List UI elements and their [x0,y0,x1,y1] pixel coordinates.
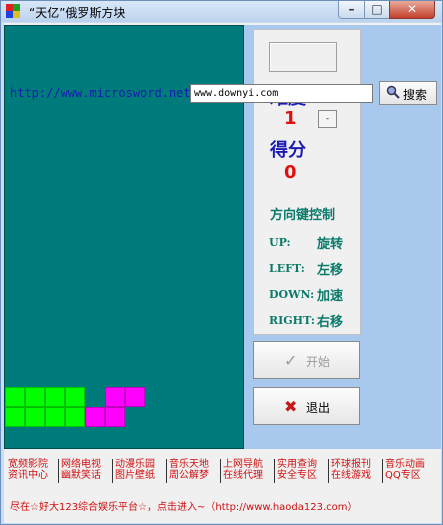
app-window: “天亿”俄罗斯方块 – □ ✕ 难度 + 1 - [0,0,443,525]
title-bar[interactable]: “天亿”俄罗斯方块 – □ ✕ [1,1,442,22]
divider [58,459,59,483]
link-item[interactable]: 动漫乐园 图片壁纸 [115,459,167,481]
divider [274,459,275,483]
control-action: 右移 [317,315,344,330]
block-cell [5,387,25,407]
link-item[interactable]: 音乐天地 周公解梦 [169,459,221,481]
difficulty-value: 1 [284,108,297,129]
search-icon [386,85,400,99]
close-button[interactable]: ✕ [389,1,435,19]
score-value: 0 [284,162,297,183]
app-icon [6,4,21,19]
search-button-label: 搜索 [403,88,428,102]
links-area: 宽频影院 资讯中心 网络电视 幽默笑话 动漫乐园 图片壁纸 音乐天地 周公解梦 上网导航… [4,455,441,523]
difficulty-decrease-button[interactable]: - [318,110,337,128]
control-action: 加速 [317,289,344,304]
promo-link[interactable]: 尽在☆好大123综合娱乐平台☆，点击进入~（http://www.haoda12… [10,498,358,513]
close-icon: ✕ [406,2,418,16]
control-action: 旋转 [317,237,344,252]
link-item[interactable]: 音乐动画 QQ专区 [385,459,437,481]
link-item[interactable]: 网络电视 幽默笑话 [61,459,113,481]
block-cell [5,407,25,427]
search-input[interactable]: www.downyi.com [190,84,373,103]
start-button-label: 开始 [306,355,331,369]
divider [220,459,221,483]
exit-button[interactable]: ✖ 退出 [253,387,360,425]
link-item[interactable]: 宽频影院 资讯中心 [8,459,60,481]
block-cell [25,387,45,407]
divider [382,459,383,483]
block-cell [65,407,85,427]
minimize-button[interactable]: – [338,1,365,19]
block-cell [45,387,65,407]
control-action: 左移 [317,263,344,278]
site-link[interactable]: http://www.microsword.net [10,86,191,100]
control-key: DOWN: [269,288,315,301]
link-item[interactable]: 环球报刊 在线游戏 [331,459,383,481]
link-grid: 宽频影院 资讯中心 网络电视 幽默笑话 动漫乐园 图片壁纸 音乐天地 周公解梦 上网导航… [8,459,438,485]
maximize-icon: □ [371,2,383,16]
control-key: LEFT: [269,262,305,275]
score-label: 得分 [270,140,306,161]
minimize-icon: – [348,2,355,16]
window-title: “天亿”俄罗斯方块 [29,6,126,20]
block-cell [85,407,105,427]
divider [112,459,113,483]
block-cell [65,387,85,407]
maximize-button[interactable]: □ [364,1,390,19]
controls-title: 方向键控制 [270,208,336,223]
next-piece-preview [269,42,337,72]
divider [328,459,329,483]
link-item[interactable]: 上网导航 在线代理 [223,459,275,481]
exit-button-label: 退出 [306,401,331,415]
divider [166,459,167,483]
client-area: 难度 + 1 - 得分 0 方向键控制 UP: 旋转 LEFT: 左移 DOWN… [4,23,441,523]
info-panel: 难度 + 1 - 得分 0 方向键控制 UP: 旋转 LEFT: 左移 DOWN… [253,29,361,335]
block-cell [25,407,45,427]
check-icon: ✓ [284,351,298,370]
block-cell [105,387,125,407]
search-button[interactable]: 搜索 [379,81,437,105]
control-key: RIGHT: [269,314,315,327]
block-cell [125,387,145,407]
close-x-icon: ✖ [284,397,298,416]
block-cell [45,407,65,427]
block-cell [105,407,125,427]
control-key: UP: [269,236,291,249]
link-item[interactable]: 实用查询 安全专区 [277,459,329,481]
start-button[interactable]: ✓ 开始 [253,341,360,379]
